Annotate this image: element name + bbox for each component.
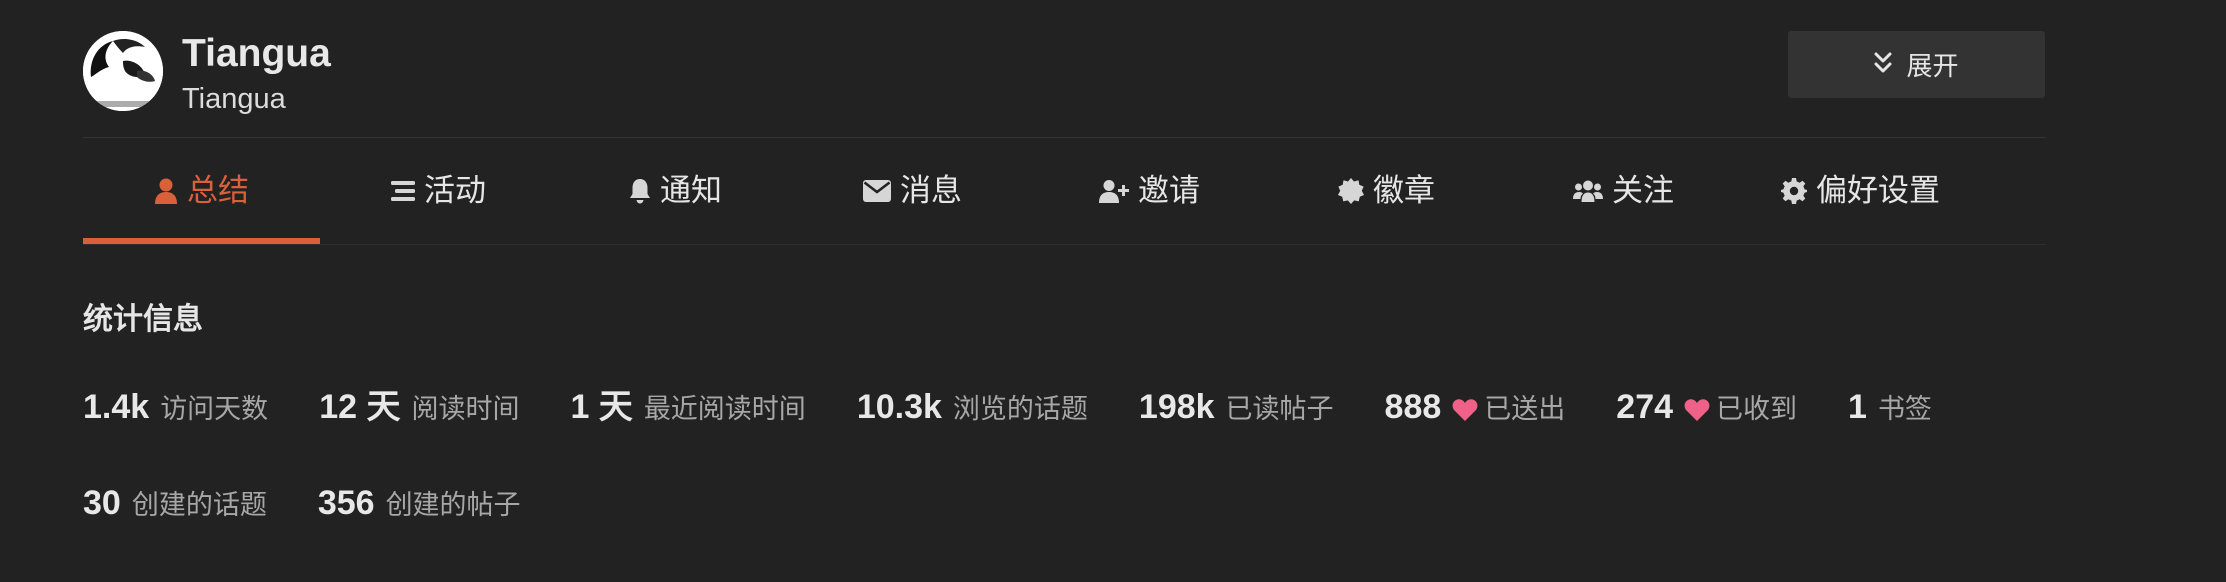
nav-divider xyxy=(83,244,2046,245)
stat-topics-viewed: 10.3k 浏览的话题 xyxy=(857,387,1088,427)
full-name: Tiangua xyxy=(182,83,286,115)
tab-activity[interactable]: 活动 xyxy=(320,138,557,244)
stats-title: 统计信息 xyxy=(83,302,203,337)
gear-icon xyxy=(1781,178,1807,204)
stat-likes-given: 888 已送出 xyxy=(1385,387,1566,427)
stats-row-1: 1.4k 访问天数 12 天 阅读时间 1 天 最近阅读时间 10.3k 浏览的… xyxy=(83,379,1983,428)
certificate-icon xyxy=(1338,178,1364,204)
stat-posts-created: 356 创建的帖子 xyxy=(318,483,521,523)
users-icon xyxy=(1573,180,1603,202)
user-icon xyxy=(154,178,178,204)
expand-button[interactable]: 展开 xyxy=(1788,31,2045,98)
user-profile-page: Tiangua Tiangua 展开 总结 活动 通知 消息 邀请 徽章 关注 … xyxy=(83,0,2046,582)
username: Tiangua xyxy=(182,32,331,75)
expand-button-label: 展开 xyxy=(1906,52,1959,82)
chevrons-down-icon xyxy=(1874,52,1892,78)
stat-label: 已送出 xyxy=(1484,394,1566,425)
heart-icon xyxy=(1684,398,1710,426)
tab-badges-label: 徽章 xyxy=(1373,173,1435,209)
stat-topics-created: 30 创建的话题 xyxy=(83,483,267,523)
stat-value: 1.4k xyxy=(83,388,150,426)
tab-messages-label: 消息 xyxy=(900,173,962,209)
stat-recent-read-time: 1 天 最近阅读时间 xyxy=(570,379,805,428)
tab-summary[interactable]: 总结 xyxy=(83,138,320,244)
stat-value: 198k xyxy=(1138,388,1215,426)
stat-posts-read: 198k 已读帖子 xyxy=(1139,387,1334,427)
stat-value: 12 天 xyxy=(319,388,401,426)
stat-label: 创建的话题 xyxy=(131,490,267,521)
bell-icon xyxy=(629,178,651,204)
user-plus-icon xyxy=(1099,179,1129,203)
stat-bookmarks: 1 书签 xyxy=(1848,387,1932,427)
stat-label: 书签 xyxy=(1877,394,1932,425)
list-icon xyxy=(391,179,415,203)
tab-preferences[interactable]: 偏好设置 xyxy=(1742,138,1979,244)
stat-label: 浏览的话题 xyxy=(952,394,1088,425)
profile-nav: 总结 活动 通知 消息 邀请 徽章 关注 偏好设置 xyxy=(83,138,2046,244)
tab-preferences-label: 偏好设置 xyxy=(1816,173,1940,209)
stat-label: 创建的帖子 xyxy=(385,490,521,521)
tab-following-label: 关注 xyxy=(1612,173,1674,209)
envelope-icon xyxy=(863,180,891,202)
tab-notifications[interactable]: 通知 xyxy=(557,138,794,244)
tab-summary-label: 总结 xyxy=(187,173,249,209)
stat-value: 30 xyxy=(83,484,121,522)
stat-label: 已收到 xyxy=(1716,394,1798,425)
heart-icon xyxy=(1452,398,1478,426)
stat-value: 1 xyxy=(1848,388,1867,426)
stat-likes-received: 274 已收到 xyxy=(1616,387,1797,427)
stat-value: 274 xyxy=(1616,388,1674,426)
stat-read-time: 12 天 阅读时间 xyxy=(319,379,519,428)
stat-label: 阅读时间 xyxy=(411,394,520,425)
tab-invites[interactable]: 邀请 xyxy=(1031,138,1268,244)
profile-header: Tiangua Tiangua 展开 xyxy=(83,29,2046,115)
avatar[interactable] xyxy=(83,31,163,111)
tab-activity-label: 活动 xyxy=(424,173,486,209)
stat-label: 最近阅读时间 xyxy=(643,394,806,425)
tab-notifications-label: 通知 xyxy=(660,173,722,209)
tab-invites-label: 邀请 xyxy=(1138,173,1200,209)
tab-following[interactable]: 关注 xyxy=(1505,138,1742,244)
tab-badges[interactable]: 徽章 xyxy=(1268,138,1505,244)
stat-label: 已读帖子 xyxy=(1225,394,1334,425)
stat-label: 访问天数 xyxy=(160,394,269,425)
tab-messages[interactable]: 消息 xyxy=(794,138,1031,244)
stats-row-2: 30 创建的话题 356 创建的帖子 xyxy=(83,483,572,523)
stat-days-visited: 1.4k 访问天数 xyxy=(83,387,268,427)
stat-value: 356 xyxy=(317,484,375,522)
stat-value: 10.3k xyxy=(856,388,942,426)
stat-value: 888 xyxy=(1384,388,1442,426)
stat-value: 1 天 xyxy=(570,388,633,426)
